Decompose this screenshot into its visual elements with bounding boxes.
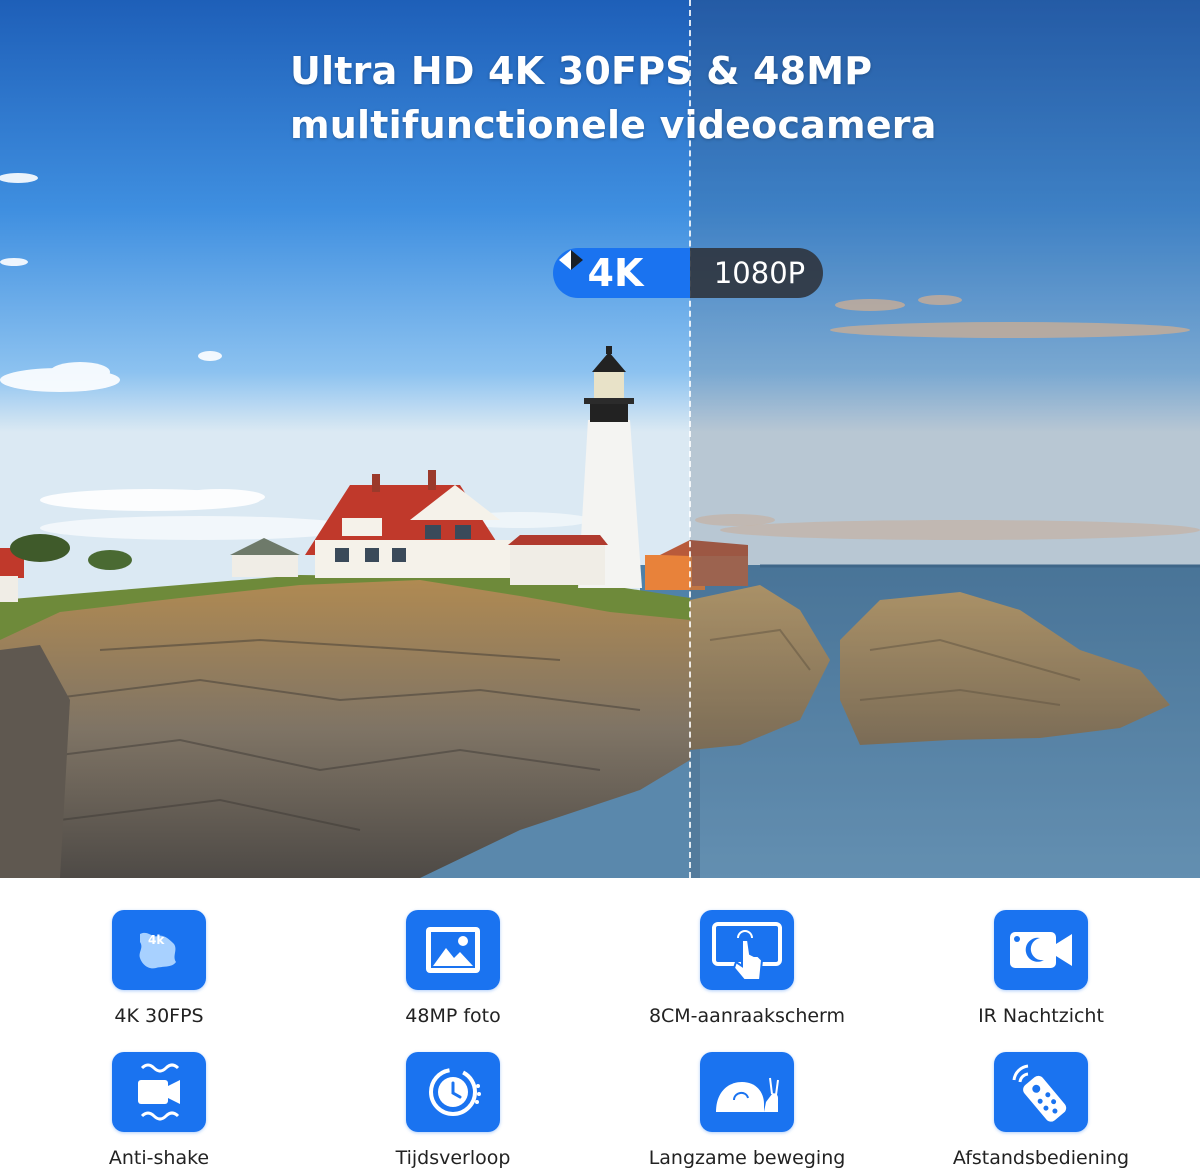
timelapse-icon <box>406 1052 500 1132</box>
feature-label: Anti-shake <box>108 1147 210 1169</box>
slow-motion-icon <box>700 1052 794 1132</box>
feature-label: Langzame beweging <box>648 1147 846 1169</box>
night-vision-icon <box>994 910 1088 990</box>
feature-label: Afstandsbediening <box>952 1147 1130 1169</box>
resolution-1080p-label: 1080P <box>690 248 823 298</box>
feature-grid: 4k 4K 30FPS 48MP foto 8CM-aanraakscherm <box>0 878 1200 1176</box>
feature-slow-motion: Langzame beweging <box>600 1024 894 1169</box>
4k-icon: 4k <box>112 910 206 990</box>
resolution-comparison-badge: 4K 1080P <box>553 248 823 298</box>
feature-ir-night-vision: IR Nachtzicht <box>894 878 1188 1027</box>
svg-text:4k: 4k <box>148 933 165 947</box>
feature-48mp-photo: 48MP foto <box>306 878 600 1027</box>
feature-touchscreen: 8CM-aanraakscherm <box>600 878 894 1027</box>
feature-timelapse: Tijdsverloop <box>306 1024 600 1169</box>
headline: Ultra HD 4K 30FPS & 48MP multifunctionel… <box>290 44 1170 152</box>
photo-icon <box>406 910 500 990</box>
feature-anti-shake: Anti-shake <box>12 1024 306 1169</box>
touchscreen-icon <box>700 910 794 990</box>
hero-image: Ultra HD 4K 30FPS & 48MP multifunctionel… <box>0 0 1200 878</box>
remote-control-icon <box>994 1052 1088 1132</box>
compare-arrows-icon <box>559 250 583 270</box>
feature-remote-control: Afstandsbediening <box>894 1024 1188 1169</box>
feature-label: Tijdsverloop <box>395 1147 511 1169</box>
headline-line-2: multifunctionele videocamera <box>290 103 937 147</box>
headline-line-1: Ultra HD 4K 30FPS & 48MP <box>290 49 873 93</box>
feature-4k-30fps: 4k 4K 30FPS <box>12 878 306 1027</box>
anti-shake-icon <box>112 1052 206 1132</box>
